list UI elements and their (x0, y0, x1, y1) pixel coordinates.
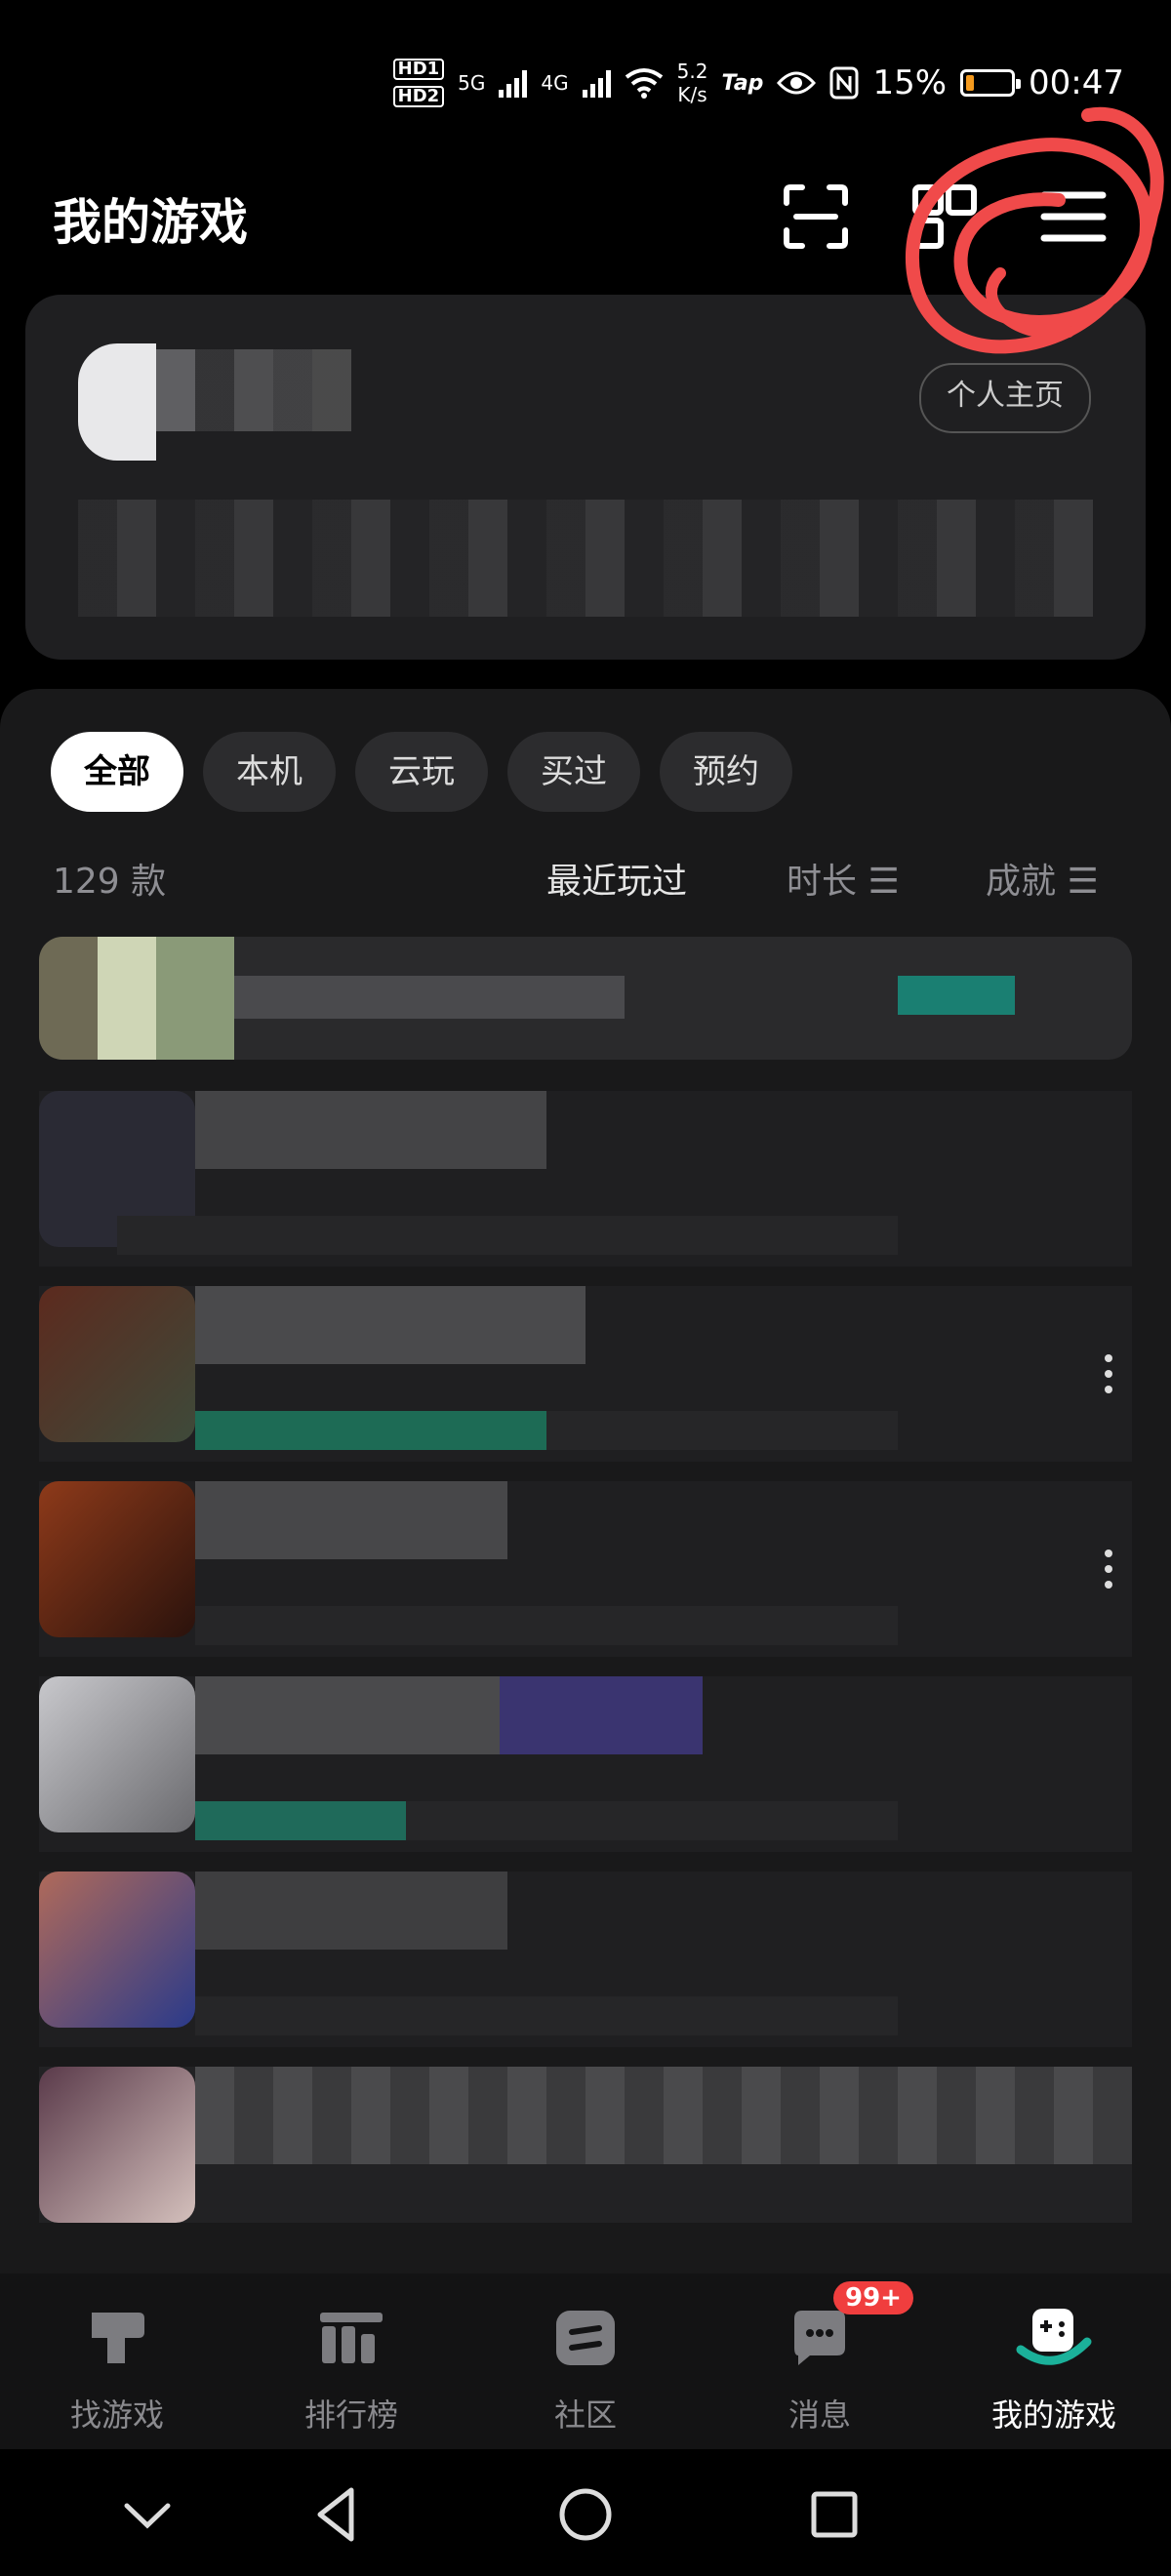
game-title-obscured (195, 1286, 586, 1364)
list-item[interactable] (39, 1676, 1132, 1852)
wifi-icon (625, 68, 663, 99)
nav-messages[interactable]: 99+ 消息 (703, 2274, 937, 2449)
nav-community[interactable]: 社区 (468, 2274, 703, 2449)
progress-bar-obscured (117, 1216, 898, 1255)
nfc-icon (829, 66, 859, 100)
list-item[interactable] (39, 1091, 1132, 1267)
nav-label: 找游戏 (69, 2396, 164, 2434)
nav-my-games[interactable]: 我的游戏 (937, 2274, 1171, 2449)
list-item[interactable] (39, 1872, 1132, 2047)
sort-achievement[interactable]: 成就 ☰ (986, 853, 1099, 904)
bottom-navigation: 找游戏 排行榜 社区 99+ 消息 我的游戏 (0, 2274, 1171, 2449)
game-icon (39, 2067, 195, 2223)
game-title-obscured (195, 2067, 1132, 2164)
hd-label-1: HD1 (392, 59, 445, 80)
progress-bar-obscured (195, 1996, 898, 2035)
game-icon (39, 937, 234, 1060)
list-item[interactable] (39, 937, 1132, 1060)
list-item[interactable] (39, 2067, 1132, 2223)
nav-label: 社区 (553, 2396, 617, 2434)
progress-bar-obscured (195, 1606, 898, 1645)
scan-icon[interactable] (781, 181, 851, 252)
progress-bar-obscured (195, 1411, 898, 1450)
unread-badge: 99+ (833, 2281, 913, 2314)
tab-cloud[interactable]: 云玩 (355, 732, 488, 812)
tab-all[interactable]: 全部 (51, 732, 183, 812)
clock: 00:47 (1029, 63, 1124, 102)
home-icon[interactable] (551, 2480, 620, 2549)
signal-icon-1 (499, 68, 528, 98)
game-list-panel: 全部 本机 云玩 买过 预约 129 款 最近玩过 时长 ☰ 成就 ☰ (0, 689, 1171, 2274)
nav-label: 我的游戏 (990, 2396, 1116, 2434)
nav-find-games[interactable]: 找游戏 (0, 2274, 234, 2449)
game-count: 129 款 (53, 862, 167, 902)
nav-label: 消息 (787, 2396, 851, 2434)
rate-button-obscured[interactable] (898, 976, 1015, 1015)
list-item[interactable] (39, 1481, 1132, 1657)
game-title-obscured (234, 976, 625, 1019)
game-title-obscured (195, 1481, 507, 1559)
sort-playtime[interactable]: 时长 ☰ (787, 853, 900, 904)
my-games-icon (1016, 2309, 1092, 2365)
hd-label-2: HD2 (392, 86, 445, 107)
username-obscured (156, 349, 351, 431)
network-speed: 5.2 K/s (676, 60, 708, 106)
sort-recent[interactable]: 最近玩过 (546, 853, 687, 904)
find-games-icon (92, 2313, 144, 2363)
system-navigation-bar (0, 2449, 1171, 2576)
game-title-obscured (195, 1091, 546, 1169)
profile-stats-obscured (78, 500, 1093, 617)
list-item[interactable] (39, 1286, 1132, 1462)
battery-percent: 15% (872, 63, 948, 102)
avatar[interactable] (78, 343, 156, 461)
back-icon[interactable] (303, 2480, 371, 2549)
nav-rankings[interactable]: 排行榜 (234, 2274, 468, 2449)
game-icon (39, 1481, 195, 1637)
recents-icon[interactable] (800, 2480, 868, 2549)
chevron-down-icon[interactable] (113, 2480, 182, 2549)
game-title-obscured (195, 1872, 507, 1950)
game-icon (39, 1676, 195, 1832)
tab-purchased[interactable]: 买过 (507, 732, 640, 812)
community-icon (556, 2311, 615, 2365)
progress-bar-obscured (195, 1801, 898, 1840)
more-options-icon[interactable] (1105, 1354, 1114, 1393)
more-options-icon[interactable] (1105, 1550, 1114, 1589)
tab-reserved[interactable]: 预约 (660, 732, 792, 812)
net-type-5g: 5G (458, 71, 486, 95)
page-title: 我的游戏 (53, 194, 248, 251)
rankings-icon (320, 2313, 383, 2363)
battery-icon (960, 69, 1022, 97)
tab-local[interactable]: 本机 (203, 732, 336, 812)
net-type-4g: 4G (541, 71, 569, 95)
tap-icon: Tap (721, 70, 764, 96)
game-icon (39, 1872, 195, 2028)
game-icon (39, 1286, 195, 1442)
signal-icon-2 (582, 68, 611, 98)
filter-tabs: 全部 本机 云玩 买过 预约 (51, 732, 792, 812)
nav-label: 排行榜 (303, 2396, 398, 2434)
annotation-circle-icon (905, 106, 1164, 354)
hd-indicator: HD1 HD2 (392, 59, 445, 107)
game-title-obscured (195, 1676, 703, 1754)
eye-icon (777, 71, 817, 95)
